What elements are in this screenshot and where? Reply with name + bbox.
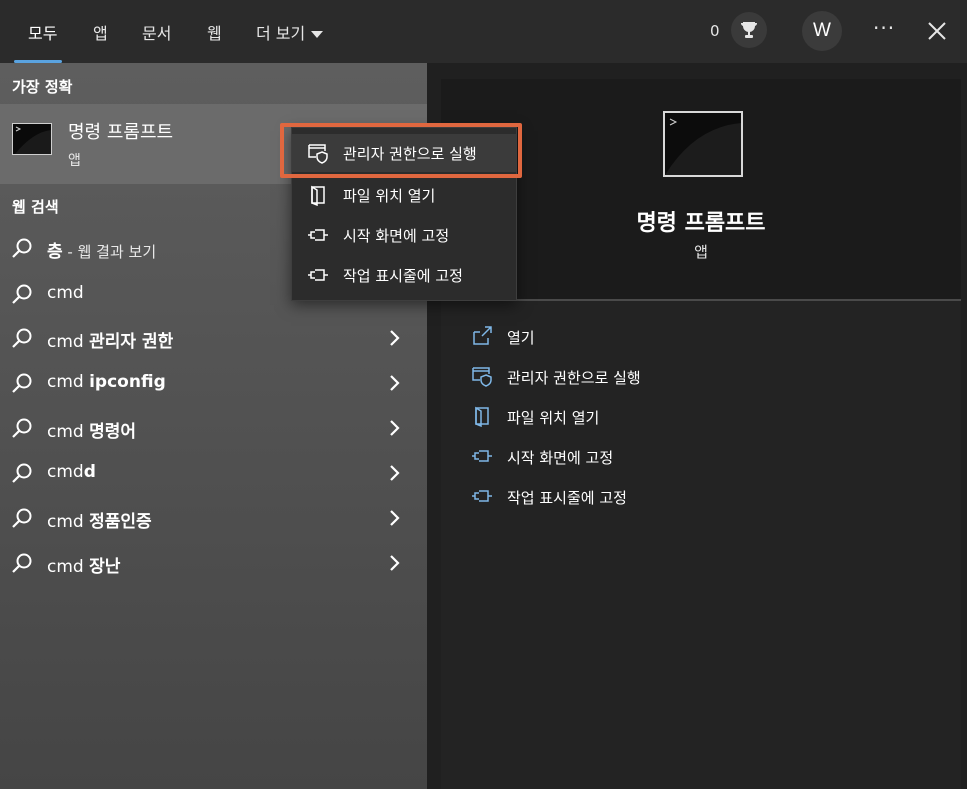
query-text: 층 bbox=[47, 242, 63, 262]
suggestion-label: cmd 정품인증 bbox=[47, 507, 152, 532]
best-match-label: 가장 정확 bbox=[12, 78, 73, 96]
search-icon bbox=[12, 328, 32, 348]
suggestion-bold: 명령어 bbox=[89, 422, 137, 442]
suggestion-prefix: cmd bbox=[47, 332, 90, 352]
suggestion-bold: 장난 bbox=[89, 557, 121, 577]
suggestion-row[interactable]: cmdd bbox=[0, 451, 427, 496]
command-prompt-icon bbox=[12, 123, 52, 155]
suggestion-row[interactable]: cmd ipconfig bbox=[0, 361, 427, 406]
pin-to-start-button[interactable]: 시작 화면에 고정 bbox=[471, 443, 871, 473]
search-icon bbox=[12, 418, 32, 438]
close-icon[interactable] bbox=[926, 20, 948, 42]
pin-icon bbox=[308, 229, 328, 241]
suggestion-bold: ipconfig bbox=[89, 372, 166, 392]
tab-more-label: 더 보기 bbox=[256, 24, 306, 43]
pin-icon bbox=[472, 490, 492, 502]
details-title: 명령 프롬프트 bbox=[636, 211, 766, 236]
best-match-title: 명령 프롬프트 bbox=[68, 122, 174, 143]
rewards-points: 0 bbox=[710, 22, 720, 40]
run-as-admin-label: 관리자 권한으로 실행 bbox=[507, 369, 641, 387]
open-file-location-button[interactable]: 파일 위치 열기 bbox=[471, 403, 871, 433]
suggestion-prefix: cmd bbox=[47, 512, 90, 532]
more-options-icon[interactable]: ··· bbox=[873, 16, 895, 40]
web-result-label: 층 - 웹 결과 보기 bbox=[47, 237, 156, 262]
pin-to-taskbar-label: 작업 표시줄에 고정 bbox=[507, 489, 627, 507]
pin-to-taskbar-button[interactable]: 작업 표시줄에 고정 bbox=[471, 483, 871, 513]
chevron-right-icon[interactable] bbox=[388, 553, 402, 573]
search-icon bbox=[12, 284, 32, 304]
suggestion-label: cmd ipconfig bbox=[47, 372, 166, 392]
search-icon bbox=[12, 463, 32, 483]
search-icon bbox=[12, 238, 32, 258]
tab-web[interactable]: 웹 bbox=[207, 20, 222, 44]
chevron-right-icon[interactable] bbox=[388, 508, 402, 528]
tab-more[interactable]: 더 보기 bbox=[256, 20, 324, 44]
pin-icon bbox=[472, 450, 492, 462]
tab-apps[interactable]: 앱 bbox=[93, 20, 108, 44]
chevron-down-icon bbox=[311, 31, 324, 38]
suggestion-bold: d bbox=[83, 462, 96, 482]
best-match-subtitle: 앱 bbox=[68, 153, 81, 169]
trophy-icon[interactable] bbox=[731, 12, 767, 48]
suggestion-prefix: cmd bbox=[47, 557, 90, 577]
suggestion-bold: 관리자 권한 bbox=[89, 332, 174, 352]
chevron-right-icon[interactable] bbox=[388, 463, 402, 483]
folder-open-icon bbox=[311, 185, 325, 206]
avatar[interactable]: W bbox=[802, 11, 842, 51]
search-icon bbox=[12, 373, 32, 393]
tab-all[interactable]: 모두 bbox=[28, 20, 57, 44]
suggestion-bold: 정품인증 bbox=[89, 512, 152, 532]
tab-documents[interactable]: 문서 bbox=[142, 20, 171, 44]
open-file-location-label: 파일 위치 열기 bbox=[507, 409, 600, 427]
web-result-hint: - 웹 결과 보기 bbox=[62, 243, 157, 261]
chevron-right-icon[interactable] bbox=[388, 328, 402, 348]
chevron-right-icon[interactable] bbox=[388, 373, 402, 393]
pin-icon bbox=[308, 269, 328, 281]
suggestion-label: cmd 장난 bbox=[47, 552, 120, 577]
chevron-right-icon[interactable] bbox=[388, 418, 402, 438]
suggestion-prefix: cmd bbox=[47, 283, 84, 303]
suggestion-prefix: cmd bbox=[47, 462, 84, 482]
web-search-label: 웹 검색 bbox=[12, 198, 59, 216]
suggestion-label: cmd 명령어 bbox=[47, 417, 136, 442]
suggestion-label: cmdd bbox=[47, 462, 96, 482]
suggestion-row[interactable]: cmd 장난 bbox=[0, 541, 427, 586]
details-divider bbox=[441, 299, 961, 301]
suggestion-label: cmd bbox=[47, 283, 84, 303]
suggestion-prefix: cmd bbox=[47, 372, 90, 392]
context-pin-to-taskbar[interactable]: 작업 표시줄에 고정 bbox=[292, 256, 516, 294]
context-open-file-location[interactable]: 파일 위치 열기 bbox=[292, 176, 516, 214]
context-open-file-location-label: 파일 위치 열기 bbox=[343, 187, 436, 205]
pin-to-start-label: 시작 화면에 고정 bbox=[507, 449, 614, 467]
context-pin-to-taskbar-label: 작업 표시줄에 고정 bbox=[343, 267, 463, 285]
details-subtitle: 앱 bbox=[694, 243, 708, 261]
context-pin-to-start-label: 시작 화면에 고정 bbox=[343, 227, 450, 245]
open-button[interactable]: 열기 bbox=[471, 323, 871, 353]
context-pin-to-start[interactable]: 시작 화면에 고정 bbox=[292, 216, 516, 254]
open-icon bbox=[473, 326, 492, 345]
command-prompt-icon bbox=[663, 111, 743, 177]
run-as-admin-button[interactable]: 관리자 권한으로 실행 bbox=[471, 363, 871, 393]
details-pane: 명령 프롬프트 앱 열기 관리자 권한으로 실행 파일 위치 열기 시작 화면에… bbox=[441, 79, 961, 789]
suggestion-row[interactable]: cmd 관리자 권한 bbox=[0, 316, 427, 361]
top-tab-bar: 모두 앱 문서 웹 더 보기 0 W ··· bbox=[0, 0, 967, 63]
search-icon bbox=[12, 553, 32, 573]
folder-open-icon bbox=[475, 406, 489, 427]
suggestion-row[interactable]: cmd 정품인증 bbox=[0, 496, 427, 541]
annotation-highlight-box bbox=[280, 123, 522, 178]
suggestion-row[interactable]: cmd 명령어 bbox=[0, 406, 427, 451]
search-icon bbox=[12, 508, 32, 528]
shield-window-icon bbox=[472, 367, 492, 387]
details-header: 명령 프롬프트 앱 bbox=[441, 79, 961, 299]
suggestion-prefix: cmd bbox=[47, 422, 90, 442]
suggestion-label: cmd 관리자 권한 bbox=[47, 327, 173, 352]
open-label: 열기 bbox=[507, 329, 535, 347]
